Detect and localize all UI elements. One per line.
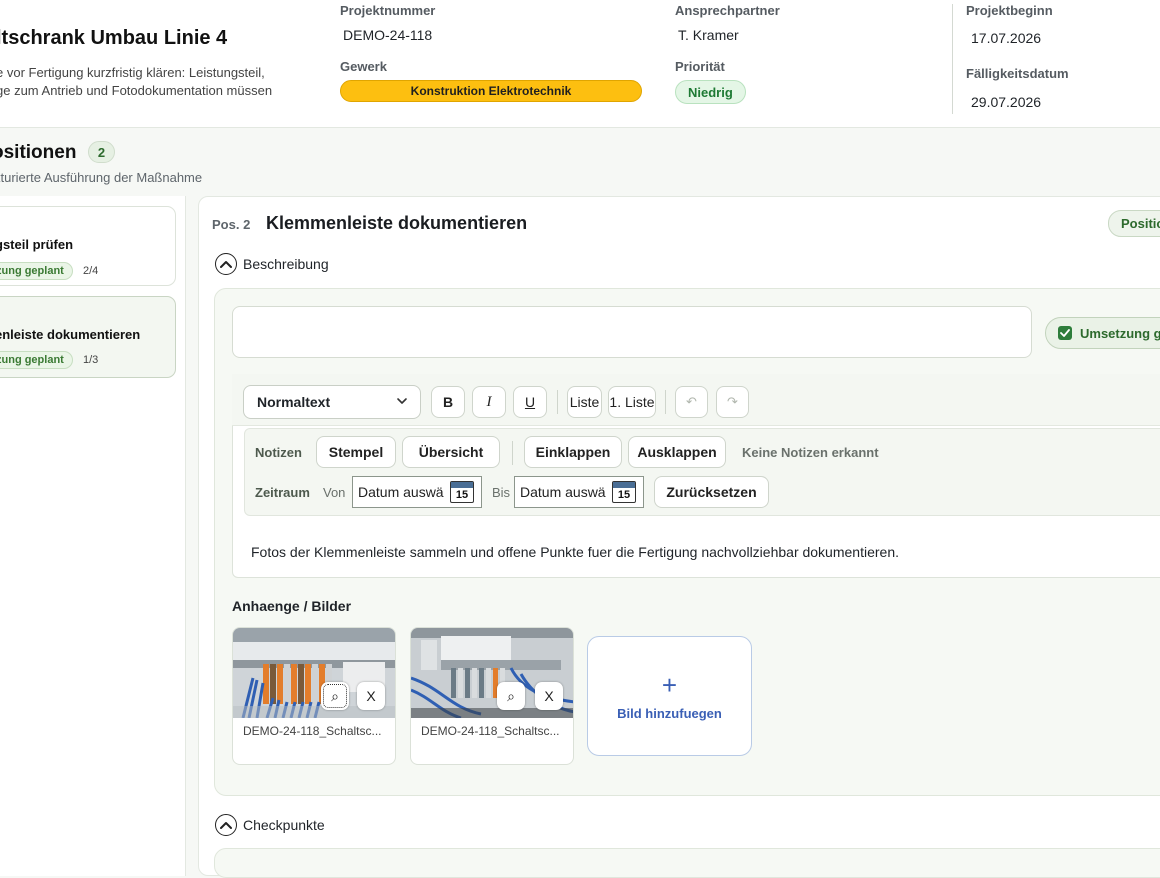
chevron-up-icon bbox=[215, 253, 237, 275]
position-card-2[interactable]: enleiste dokumentieren zung geplant 1/3 bbox=[0, 296, 176, 378]
calendar-icon: 15 bbox=[612, 481, 636, 503]
toolbar-separator bbox=[557, 390, 558, 414]
add-image-button[interactable]: + Bild hinzufuegen bbox=[587, 636, 752, 756]
remove-attachment-button[interactable]: X bbox=[535, 682, 563, 710]
underline-button[interactable]: U bbox=[513, 386, 547, 418]
bold-button[interactable]: B bbox=[431, 386, 465, 418]
position-title: Klemmenleiste dokumentieren bbox=[266, 213, 528, 233]
calendar-icon: 15 bbox=[450, 481, 474, 503]
position-card-status: zung geplant bbox=[0, 262, 73, 280]
notes-separator bbox=[512, 441, 513, 465]
von-date-input[interactable]: Datum auswä 15 bbox=[352, 476, 482, 508]
calendar-icon-day: 15 bbox=[617, 489, 631, 501]
undo-button[interactable]: ↶ bbox=[675, 386, 708, 418]
italic-button[interactable]: I bbox=[472, 386, 506, 418]
position-title-input[interactable] bbox=[232, 306, 1032, 358]
toolbar-separator bbox=[665, 390, 666, 414]
ansprechpartner-value: T. Kramer bbox=[678, 27, 739, 43]
gewerk-badge: Konstruktion Elektrotechnik bbox=[340, 80, 642, 102]
notizen-label: Notizen bbox=[255, 445, 302, 460]
attachment-card-2[interactable]: ⌕ X DEMO-24-118_Schaltsc... bbox=[410, 627, 574, 765]
text-format-value: Normaltext bbox=[257, 394, 331, 410]
chevron-up-icon bbox=[215, 814, 237, 836]
umsetzung-toggle[interactable]: Umsetzung g bbox=[1045, 317, 1160, 349]
von-date-placeholder: Datum auswä bbox=[358, 484, 444, 500]
einklappen-button[interactable]: Einklappen bbox=[524, 436, 622, 468]
umsetzung-label: Umsetzung g bbox=[1080, 325, 1160, 341]
text-format-select[interactable]: Normaltext bbox=[243, 385, 421, 419]
zuruecksetzen-button[interactable]: Zurücksetzen bbox=[654, 476, 769, 508]
stempel-button[interactable]: Stempel bbox=[316, 436, 396, 468]
positions-subtitle: kturierte Ausführung der Maßnahme bbox=[0, 170, 203, 185]
numbered-list-button[interactable]: 1. Liste bbox=[608, 386, 656, 418]
attachment-filename: DEMO-24-118_Schaltsc... bbox=[243, 724, 382, 738]
add-image-label: Bild hinzufuegen bbox=[617, 705, 722, 721]
calendar-icon-day: 15 bbox=[455, 489, 469, 501]
zoom-button[interactable]: ⌕ bbox=[321, 682, 349, 710]
positions-count-badge: 2 bbox=[88, 141, 115, 163]
checkpunkte-label: Checkpunkte bbox=[243, 817, 325, 833]
position-card-title: gsteil prüfen bbox=[0, 237, 74, 252]
notes-status: Keine Notizen erkannt bbox=[742, 445, 879, 460]
position-card-1[interactable]: gsteil prüfen zung geplant 2/4 bbox=[0, 206, 176, 286]
ausklappen-button[interactable]: Ausklappen bbox=[628, 436, 726, 468]
zeitraum-label: Zeitraum bbox=[255, 485, 310, 500]
zoom-button[interactable]: ⌕ bbox=[497, 682, 525, 710]
position-card-title: enleiste dokumentieren bbox=[0, 327, 141, 342]
faelligkeit-label: Fälligkeitsdatum bbox=[966, 66, 1069, 81]
von-label: Von bbox=[323, 485, 346, 500]
checkpunkte-panel bbox=[214, 848, 1160, 878]
project-title: ltschrank Umbau Linie 4 bbox=[0, 27, 228, 49]
beschreibung-label: Beschreibung bbox=[243, 256, 329, 272]
chevron-down-icon bbox=[397, 398, 407, 404]
ansprechpartner-label: Ansprechpartner bbox=[675, 3, 780, 18]
checkpunkte-toggle[interactable]: Checkpunkte bbox=[215, 814, 325, 836]
bis-date-placeholder: Datum auswä bbox=[520, 484, 606, 500]
redo-button[interactable]: ↷ bbox=[716, 386, 749, 418]
project-description-line: e vor Fertigung kurzfristig klären: Leis… bbox=[0, 65, 265, 80]
position-card-status: zung geplant bbox=[0, 351, 73, 369]
projektbeginn-value: 17.07.2026 bbox=[971, 30, 1042, 46]
uebersicht-button[interactable]: Übersicht bbox=[402, 436, 500, 468]
positions-list: gsteil prüfen zung geplant 2/4 enleiste … bbox=[0, 196, 186, 876]
faelligkeit-value: 29.07.2026 bbox=[971, 94, 1042, 110]
projektnummer-label: Projektnummer bbox=[340, 3, 436, 18]
gewerk-label: Gewerk bbox=[340, 59, 387, 74]
checkbox-checked-icon bbox=[1058, 326, 1072, 340]
positions-title: ositionen bbox=[0, 142, 77, 163]
prioritaet-label: Priorität bbox=[675, 59, 725, 74]
position-number: Pos. 2 bbox=[212, 217, 251, 232]
projektnummer-value: DEMO-24-118 bbox=[343, 27, 433, 43]
priority-badge: Niedrig bbox=[675, 80, 746, 104]
attachment-filename: DEMO-24-118_Schaltsc... bbox=[421, 724, 560, 738]
plus-icon: + bbox=[661, 669, 678, 700]
position-card-progress: 1/3 bbox=[83, 354, 99, 366]
bis-date-input[interactable]: Datum auswä 15 bbox=[514, 476, 644, 508]
bis-label: Bis bbox=[492, 485, 511, 500]
editor-body-text[interactable]: Fotos der Klemmenleiste sammeln und offe… bbox=[251, 544, 899, 560]
position-card-progress: 2/4 bbox=[83, 265, 99, 277]
attachment-card-1[interactable]: ⌕ X DEMO-24-118_Schaltsc... bbox=[232, 627, 396, 765]
project-description: e vor Fertigung kurzfristig klären: Leis… bbox=[0, 64, 272, 100]
beschreibung-toggle[interactable]: Beschreibung bbox=[215, 253, 329, 275]
project-description-line: ge zum Antrieb und Fotodokumentation müs… bbox=[0, 83, 273, 98]
attachments-title: Anhaenge / Bilder bbox=[232, 598, 352, 614]
remove-attachment-button[interactable]: X bbox=[357, 682, 385, 710]
position-status-button[interactable]: Position bbox=[1108, 210, 1160, 237]
bullet-list-button[interactable]: Liste bbox=[567, 386, 602, 418]
projektbeginn-label: Projektbeginn bbox=[966, 3, 1053, 18]
header-divider bbox=[952, 4, 953, 114]
